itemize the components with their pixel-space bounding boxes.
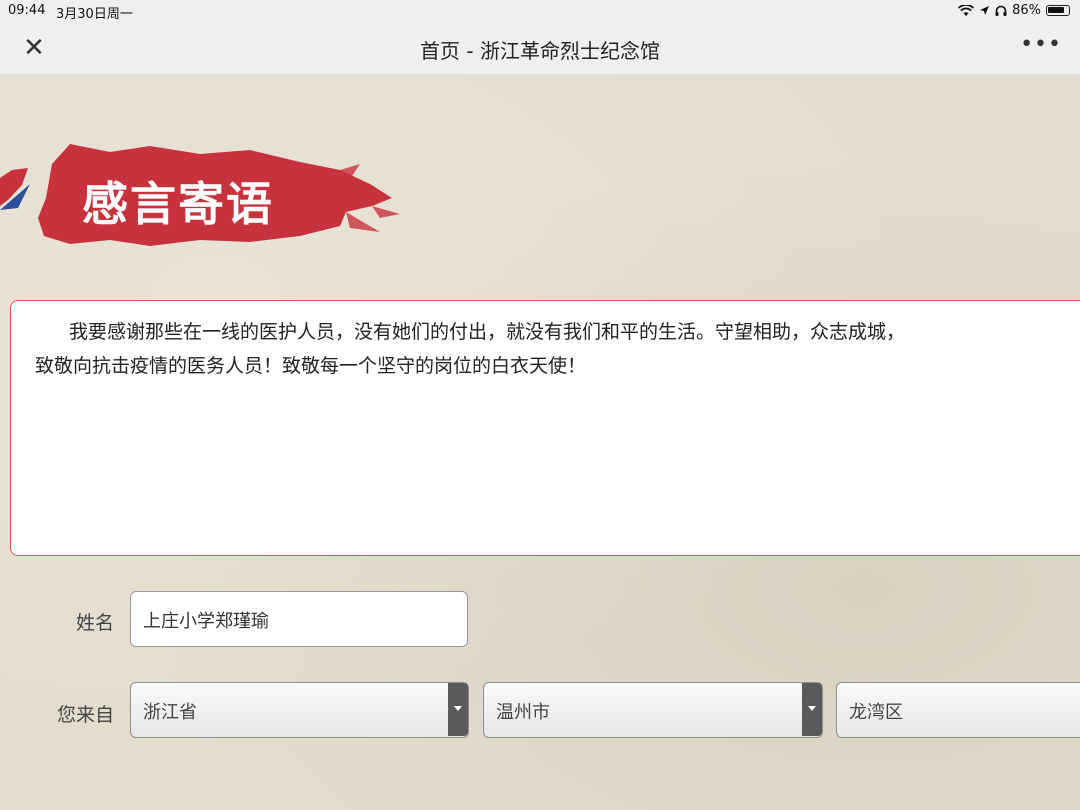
name-input-value: 上庄小学郑瑾瑜 [143,611,269,632]
dropdown-arrow-icon [448,683,468,736]
from-label: 您来自 [57,704,115,726]
page-title: 首页 - 浙江革命烈士纪念馆 [420,39,660,63]
status-date: 3月30日周一 [56,7,133,22]
headphones-icon [995,5,1007,16]
city-select[interactable]: 温州市 [483,682,823,738]
wifi-icon [958,4,975,16]
message-text-line1: 我要感谢那些在一线的医护人员，没有她们的付出，就没有我们和平的生活。守望相助，众… [69,321,906,343]
battery-percent: 86% [1012,3,1041,18]
section-heading: 感言寄语 [82,177,274,231]
district-value: 龙湾区 [849,702,903,723]
province-value: 浙江省 [143,702,197,723]
nav-bar: ✕ 首页 - 浙江革命烈士纪念馆 ••• [0,22,1080,75]
dropdown-arrow-icon [802,683,822,736]
status-indicators: 86% [958,3,1070,18]
battery-icon [1046,5,1070,16]
status-bar: 09:44 3月30日周一 86% [0,0,1080,22]
location-arrow-icon [980,6,990,15]
name-input[interactable]: 上庄小学郑瑾瑜 [130,591,468,647]
name-label: 姓名 [76,612,115,634]
message-textarea[interactable]: 我要感谢那些在一线的医护人员，没有她们的付出，就没有我们和平的生活。守望相助，众… [10,300,1080,556]
status-time: 09:44 [8,3,46,18]
district-select[interactable]: 龙湾区 [836,682,1080,738]
more-options-icon[interactable]: ••• [1020,32,1062,57]
city-value: 温州市 [496,702,550,723]
message-text-line2: 致敬向抗击疫情的医务人员！致敬每一个坚守的岗位的白衣天使！ [35,355,587,377]
province-select[interactable]: 浙江省 [130,682,469,738]
